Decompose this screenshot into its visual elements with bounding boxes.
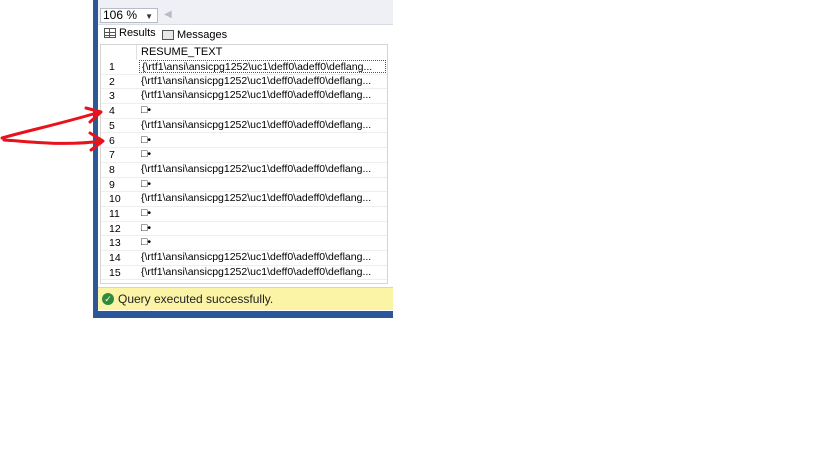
grid-icon: [104, 28, 116, 38]
resume-text-cell[interactable]: □•: [139, 236, 386, 249]
tab-messages[interactable]: Messages: [162, 29, 227, 41]
table-row[interactable]: 6 □•: [101, 134, 387, 149]
resume-text-cell[interactable]: □•: [139, 207, 386, 220]
resume-text-cell[interactable]: □•: [139, 134, 386, 147]
table-row[interactable]: 15 {\rtf1\ansi\ansicpg1252\uc1\deff0\adef…: [101, 266, 387, 281]
table-row[interactable]: 2 {\rtf1\ansi\ansicpg1252\uc1\deff0\adeff…: [101, 75, 387, 90]
resume-text-cell[interactable]: {\rtf1\ansi\ansicpg1252\uc1\deff0\adeff0…: [139, 163, 386, 176]
resume-text-cell[interactable]: {\rtf1\ansi\ansicpg1252\uc1\deff0\adeff0…: [139, 266, 386, 279]
row-number: 15: [109, 266, 121, 279]
tab-messages-label: Messages: [177, 29, 228, 41]
resume-text-cell[interactable]: □•: [139, 178, 386, 191]
table-row[interactable]: 14 {\rtf1\ansi\ansicpg1252\uc1\deff0\adef…: [101, 251, 387, 266]
resume-text-cell[interactable]: □•: [139, 104, 386, 117]
zoom-value: 106 %: [103, 8, 138, 22]
red-arrow-lower: [2, 138, 104, 145]
table-row[interactable]: 10 {\rtf1\ansi\ansicpg1252\uc1\deff0\adef…: [101, 192, 387, 207]
resume-text-cell[interactable]: {\rtf1\ansi\ansicpg1252\uc1\deff0\adeff0…: [139, 192, 386, 205]
column-header-resume-text[interactable]: RESUME_TEXT: [141, 46, 222, 58]
table-row[interactable]: 3 {\rtf1\ansi\ansicpg1252\uc1\deff0\adeff…: [101, 89, 387, 105]
table-row[interactable]: 5 {\rtf1\ansi\ansicpg1252\uc1\deff0\adeff…: [101, 119, 387, 134]
resume-text-cell[interactable]: {\rtf1\ansi\ansicpg1252\uc1\deff0\adeff0…: [139, 89, 386, 102]
row-number: 10: [109, 193, 121, 206]
grid-header: RESUME_TEXT: [101, 45, 387, 60]
resume-text-cell[interactable]: □•: [139, 222, 386, 235]
results-panel: 106 % ▼ ◀ Results Messages RESUME_TEXT 1…: [98, 0, 393, 311]
table-row[interactable]: 4 □•: [101, 104, 387, 119]
scroll-left-icon[interactable]: ◀: [164, 9, 172, 20]
resume-text-cell[interactable]: {\rtf1\ansi\ansicpg1252\uc1\deff0\adeff0…: [139, 119, 386, 132]
status-bar: ✓ Query executed successfully.: [98, 287, 393, 310]
row-number-header[interactable]: [101, 45, 137, 60]
table-row[interactable]: 8 {\rtf1\ansi\ansicpg1252\uc1\deff0\adeff…: [101, 163, 387, 178]
check-icon: ✓: [102, 293, 114, 305]
tab-results[interactable]: Results: [104, 27, 156, 39]
resume-text-cell[interactable]: {\rtf1\ansi\ansicpg1252\uc1\deff0\adeff0…: [139, 60, 386, 73]
messages-icon: [162, 30, 174, 40]
table-row[interactable]: 13 □•: [101, 236, 387, 252]
row-number: 8: [109, 163, 115, 176]
table-row[interactable]: 11 □•: [101, 207, 387, 222]
resume-text-cell[interactable]: {\rtf1\ansi\ansicpg1252\uc1\deff0\adeff0…: [139, 75, 386, 88]
row-number: 1: [109, 61, 115, 73]
row-number: 12: [109, 222, 121, 235]
result-tabs: Results Messages: [98, 25, 393, 43]
row-number: 14: [109, 252, 121, 265]
table-row[interactable]: 12 □•: [101, 222, 387, 237]
status-text: Query executed successfully.: [118, 292, 274, 306]
annotation-arrows: [0, 106, 105, 152]
table-row[interactable]: 7 □•: [101, 148, 387, 163]
row-number: 2: [109, 75, 115, 88]
row-number: 13: [109, 237, 121, 250]
table-row[interactable]: 9 □•: [101, 178, 387, 193]
results-grid[interactable]: RESUME_TEXT 1 {\rtf1\ansi\ansicpg1252\uc1…: [100, 44, 388, 284]
tab-results-label: Results: [119, 27, 156, 39]
zoom-dropdown[interactable]: 106 % ▼: [100, 8, 158, 23]
row-number: 9: [109, 178, 115, 191]
resume-text-cell[interactable]: {\rtf1\ansi\ansicpg1252\uc1\deff0\adeff0…: [139, 251, 386, 264]
red-arrow-upper: [0, 110, 102, 140]
row-number: 11: [109, 208, 120, 220]
zoom-bar: 106 % ▼ ◀: [98, 0, 393, 25]
resume-text-cell[interactable]: □•: [139, 148, 386, 161]
chevron-down-icon[interactable]: ▼: [145, 10, 153, 23]
table-row[interactable]: 1 {\rtf1\ansi\ansicpg1252\uc1\deff0\adeff…: [101, 60, 387, 75]
